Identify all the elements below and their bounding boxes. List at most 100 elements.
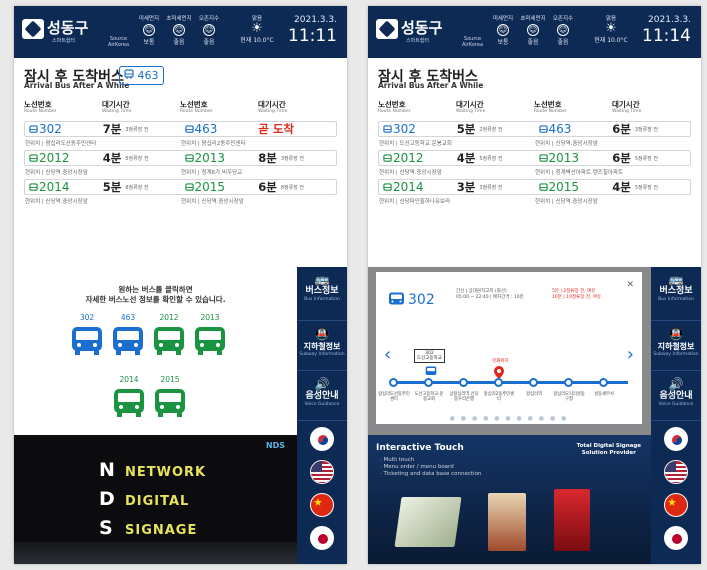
china-flag-icon[interactable] [310, 493, 334, 517]
close-icon[interactable]: ✕ [626, 280, 634, 290]
stops-away: 3정류장 전 [280, 155, 305, 162]
stops-away: 5정류장 전 [634, 184, 659, 191]
air-fine-dust: 미세먼지 ☺ 보통 [492, 16, 514, 46]
air-fine-dust: 미세먼지 ☺ 보통 [138, 16, 160, 46]
air-ultrafine-dust: 초미세먼지 ☺ 좋음 [166, 16, 192, 46]
table-row[interactable]: 302 5분 2정류장 전 463 6분 3정류장 전 [378, 121, 691, 137]
wait-time: 4분 [102, 151, 122, 165]
route-number[interactable]: 2015 [184, 180, 225, 194]
wait-time: 7분 [102, 122, 122, 136]
voice-guide-button[interactable]: 🔊 음성안내 Voice Guidance [297, 371, 347, 421]
subway-info-button[interactable]: 🚇 지하철정보 Subway Information [297, 321, 347, 371]
wait-time: 4분 [612, 180, 631, 194]
bus-2015-button[interactable]: 2015 [153, 375, 187, 422]
bus-info-button[interactable]: 🚌 버스정보 Bus Information [651, 267, 701, 321]
nds-logo: NDS [265, 441, 285, 450]
bus-icon [29, 183, 38, 191]
bus-icon [383, 154, 392, 162]
side-menu: 🚌 버스정보 Bus Information 🚇 지하철정보 Subway Inform… [297, 267, 347, 564]
bus-463-badge[interactable]: 463 [119, 66, 164, 85]
table-row[interactable]: 2012 4분 5정류장 전 2013 6분 5정류장 전 [378, 150, 691, 166]
korea-flag-icon[interactable] [310, 427, 334, 451]
china-flag-icon[interactable] [664, 493, 688, 517]
page-title-en: Arrival Bus After A While [378, 81, 484, 90]
bus-info-button[interactable]: 🚌 버스정보 Bus Information [297, 267, 347, 321]
usa-flag-icon[interactable] [310, 460, 334, 484]
station-dot[interactable] [529, 378, 538, 387]
bus-icon [538, 154, 548, 162]
smile-face-icon: ☺ [203, 24, 215, 36]
bus-2012-button[interactable]: 2012 [152, 313, 186, 360]
air-ultrafine-dust: 초미세먼지 ☺ 좋음 [520, 16, 546, 46]
route-number[interactable]: 2013 [538, 151, 579, 165]
bus-icon [184, 154, 194, 162]
station-dot[interactable] [564, 378, 573, 387]
station-dot[interactable] [459, 378, 468, 387]
wait-time: 6분 [612, 151, 631, 165]
brand-sub: 스마트쉼터 [52, 38, 76, 44]
table-row[interactable]: 302 7분 3정류장 전 463 곧 도착 [24, 121, 337, 137]
bus-icon [184, 183, 194, 191]
station-dot[interactable] [599, 378, 608, 387]
kiosk-menu-image [488, 493, 526, 551]
chevron-left-icon[interactable]: ‹ [384, 344, 391, 365]
panel-message: 원하는 버스를 클릭하면 자세한 버스노선 정보를 확인할 수 있습니다. [85, 285, 226, 304]
route-number[interactable]: 2014 [383, 180, 424, 194]
route-number[interactable]: 2014 [29, 180, 70, 194]
header: 성동구 스마트쉼터 Source AirKorea 미세먼지 ☺ 보통 초미세먼지 ☺ 좋… [14, 6, 347, 58]
station-name: 왕십리도선동주민센터 [378, 392, 410, 402]
promo-banner: Interactive Touch · Multi touch · Menu or… [368, 435, 651, 564]
kiosk-screen-right: 성동구 스마트쉼터 Source AirKorea 미세먼지 ☺ 보통 초미세먼지 ☺ 좋… [368, 6, 701, 564]
route-detail-popup: 302 간선 | 상대원차고지 (회산) 05:00 ~ 22:40 | 배차간격… [376, 272, 642, 424]
route-number[interactable]: 463 [184, 122, 217, 136]
korea-flag-icon[interactable] [664, 427, 688, 451]
route-number[interactable]: 302 [29, 122, 62, 136]
route-number[interactable]: 2013 [184, 151, 225, 165]
japan-flag-icon[interactable] [310, 526, 334, 550]
route-number[interactable]: 302 [383, 122, 416, 136]
air-ozone: 오존지수 ☺ 좋음 [552, 16, 574, 46]
station-dot[interactable] [424, 378, 433, 387]
here-label: 현재위치 [492, 359, 509, 364]
smile-face-icon: ☺ [527, 24, 539, 36]
chevron-right-icon[interactable]: › [627, 344, 634, 365]
japan-flag-icon[interactable] [664, 526, 688, 550]
voice-icon: 🔊 [668, 377, 684, 391]
route-number[interactable]: 2012 [29, 151, 70, 165]
table-row[interactable]: 2014 3분 3정류장 전 2015 4분 5정류장 전 [378, 179, 691, 195]
bus-463-button[interactable]: 463 [111, 313, 145, 360]
stops-away: 5정류장 전 [634, 155, 659, 162]
stops-away: 3정류장 전 [479, 184, 503, 191]
header: 성동구 스마트쉼터 Source AirKorea 미세먼지 ☺ 보통 초미세먼지 ☺ 좋… [368, 6, 701, 58]
wait-time: 8분 [258, 151, 277, 165]
smile-face-icon: ☺ [497, 24, 509, 36]
bus-302-button[interactable]: 302 [70, 313, 104, 360]
clock: 11:11 [288, 26, 337, 46]
table-row[interactable]: 2014 5분 8정류장 전 2015 6분 8정류장 전 [24, 179, 337, 195]
route-number[interactable]: 2012 [383, 151, 424, 165]
kiosk-table-image [394, 497, 462, 547]
sun-icon: ☀ [251, 21, 263, 36]
station-dot[interactable] [494, 378, 503, 387]
bus-2014-button[interactable]: 2014 [112, 375, 146, 422]
wait-time: 5분 [102, 180, 122, 194]
route-number[interactable]: 2015 [538, 180, 579, 194]
stops-away: 8정류장 전 [280, 184, 305, 191]
bus-2013-button[interactable]: 2013 [193, 313, 227, 360]
bus-icon [155, 389, 185, 417]
bus-icon: 🚌 [314, 272, 330, 286]
promo-bullets: · Multi touch · Menu order / menu board · … [380, 457, 482, 477]
side-menu: 🚌 버스정보 Bus Information 🚇 지하철정보 Subway Inform… [651, 267, 701, 564]
station-name: 도선고등학교.운봉교회 [414, 392, 444, 402]
voice-guide-button[interactable]: 🔊 음성안내 Voice Guidance [651, 371, 701, 421]
air-ozone: 오존지수 ☺ 좋음 [198, 16, 220, 46]
station-dot[interactable] [389, 378, 398, 387]
bus-icon [383, 125, 392, 133]
table-row[interactable]: 2012 4분 5정류장 전 2013 8분 3정류장 전 [24, 150, 337, 166]
wait-time: 4분 [456, 151, 476, 165]
bus-icon [538, 125, 548, 133]
route-number[interactable]: 463 [538, 122, 571, 136]
usa-flag-icon[interactable] [664, 460, 688, 484]
stops-away: 3정류장 전 [634, 126, 659, 133]
subway-info-button[interactable]: 🚇 지하철정보 Subway Information [651, 321, 701, 371]
